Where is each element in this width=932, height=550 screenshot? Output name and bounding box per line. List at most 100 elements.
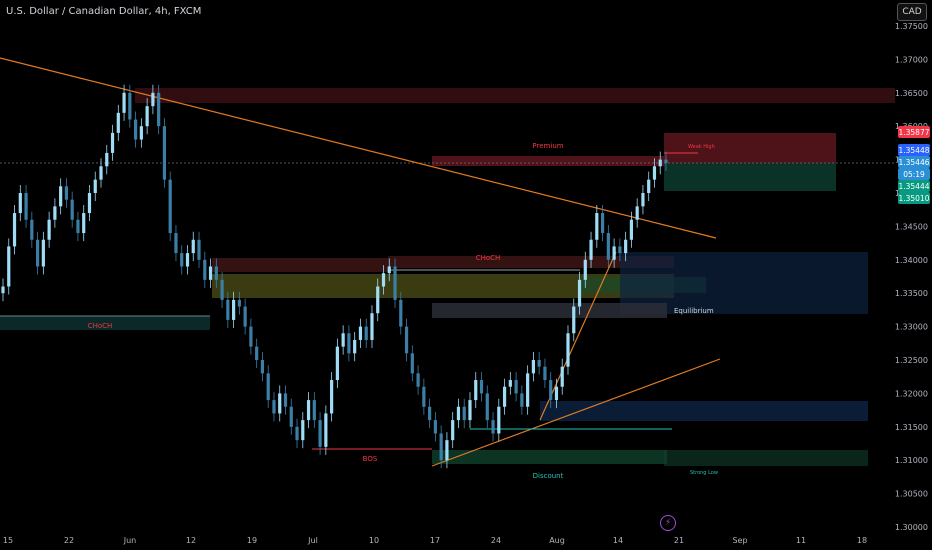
candle-body [514, 380, 518, 394]
x-tick-label: Sep [732, 536, 747, 545]
lightning-icon[interactable]: ⚡ [660, 515, 676, 531]
candle-body [30, 219, 34, 240]
choch-label-left: CHoCH [88, 322, 113, 330]
candle-body [283, 393, 288, 407]
y-tick-label: 1.31000 [895, 456, 928, 465]
candle-body [566, 333, 570, 367]
candle-body [214, 266, 218, 280]
candle-body [24, 193, 28, 220]
candle-body [433, 420, 437, 434]
x-tick-label: 11 [796, 536, 806, 545]
price-label: 1.35448 [898, 146, 929, 155]
x-tick-label: 17 [430, 536, 440, 545]
candle-body [208, 266, 213, 280]
candle-body [485, 393, 489, 421]
candle-body [330, 380, 334, 414]
candle-body [272, 400, 276, 414]
chart-title: U.S. Dollar / Canadian Dollar, 4h, FXCM [6, 6, 202, 17]
candle-body [243, 306, 247, 327]
x-tick-label: 24 [491, 536, 501, 545]
y-tick-label: 1.30500 [895, 490, 928, 499]
candle-body [289, 406, 293, 427]
candle-body [151, 92, 155, 107]
candle-body [399, 299, 403, 327]
candle-body [358, 326, 363, 340]
candle-body [635, 206, 639, 220]
y-tick-label: 1.34000 [895, 256, 928, 265]
y-tick-label: 1.37000 [895, 55, 928, 64]
candle-body [393, 266, 397, 300]
x-tick-label: 22 [64, 536, 74, 545]
premium-zone [432, 156, 667, 166]
candle-body [278, 393, 282, 414]
blue-zone-lower [540, 401, 868, 421]
candle-body [549, 380, 553, 401]
x-tick-label: 19 [247, 536, 257, 545]
candle-body [134, 119, 138, 140]
candle-body [376, 286, 380, 314]
candle-body [439, 433, 443, 461]
candle-body [381, 273, 386, 287]
weak-high-label: Weak High [688, 144, 715, 150]
x-tick-label: Jun [123, 536, 137, 545]
x-tick-label: 18 [857, 536, 867, 545]
time-axis[interactable]: 15 22 Jun 12 19 Jul 10 17 24 Aug 14 21 Sep 11 18 [3, 536, 867, 545]
strong-low-label: Strong Low [690, 470, 718, 476]
candle-body [174, 233, 178, 254]
candle-body [59, 186, 63, 207]
candle-body [474, 380, 478, 401]
candle-body [139, 126, 143, 140]
candle-body [410, 353, 414, 374]
candle-body [116, 112, 120, 133]
candle-body [1, 286, 5, 294]
candle-body [87, 193, 92, 214]
candle-body [468, 400, 472, 421]
candle-body [53, 206, 57, 220]
candle-body [99, 166, 103, 180]
candle-body [422, 386, 426, 407]
candle-body [122, 92, 126, 113]
choch-label-mid: CHoCH [476, 254, 501, 262]
supply-zone-mid [212, 258, 388, 272]
candle-body [387, 266, 391, 274]
candle-body [508, 380, 512, 387]
price-chart[interactable]: Premium Equilibrium Discount CHoCH CHoCH… [0, 0, 932, 550]
candle-body [531, 360, 535, 374]
candle-body [301, 420, 305, 441]
discount-label: Discount [533, 472, 564, 480]
candle-body [462, 406, 466, 421]
supply-zone-top [135, 88, 895, 103]
candle-body [335, 346, 339, 381]
candle-body [589, 239, 593, 260]
candle-body [162, 126, 167, 180]
currency-button[interactable]: CAD [897, 3, 927, 21]
candle-body [306, 400, 311, 421]
y-tick-label: 1.33000 [895, 323, 928, 332]
candle-body [451, 420, 455, 441]
x-tick-label: 10 [369, 536, 379, 545]
candle-body [664, 159, 668, 163]
y-tick-label: 1.37500 [895, 22, 928, 31]
candle-body [583, 259, 587, 280]
equilibrium-label: Equilibrium [674, 307, 714, 315]
price-label: 1.35446 [898, 158, 929, 167]
x-tick-label: 14 [613, 536, 623, 545]
candle-body [180, 253, 184, 267]
candle-body [266, 373, 270, 401]
candle-body [35, 239, 40, 267]
price-label: 05:19 [903, 170, 925, 179]
candle-body [624, 239, 628, 254]
candle-body [76, 219, 80, 234]
y-tick-label: 1.31500 [895, 423, 928, 432]
bos-label: BOS [363, 455, 378, 463]
candle-body [157, 92, 161, 127]
candle-body [537, 360, 541, 367]
order-block-green [664, 163, 836, 191]
discount-zone [432, 450, 667, 464]
candle-body [105, 152, 109, 167]
candle-body [641, 193, 645, 207]
candle-body [197, 239, 201, 260]
candle-body [416, 373, 420, 387]
candle-body [220, 279, 224, 300]
candle-body [612, 246, 616, 260]
